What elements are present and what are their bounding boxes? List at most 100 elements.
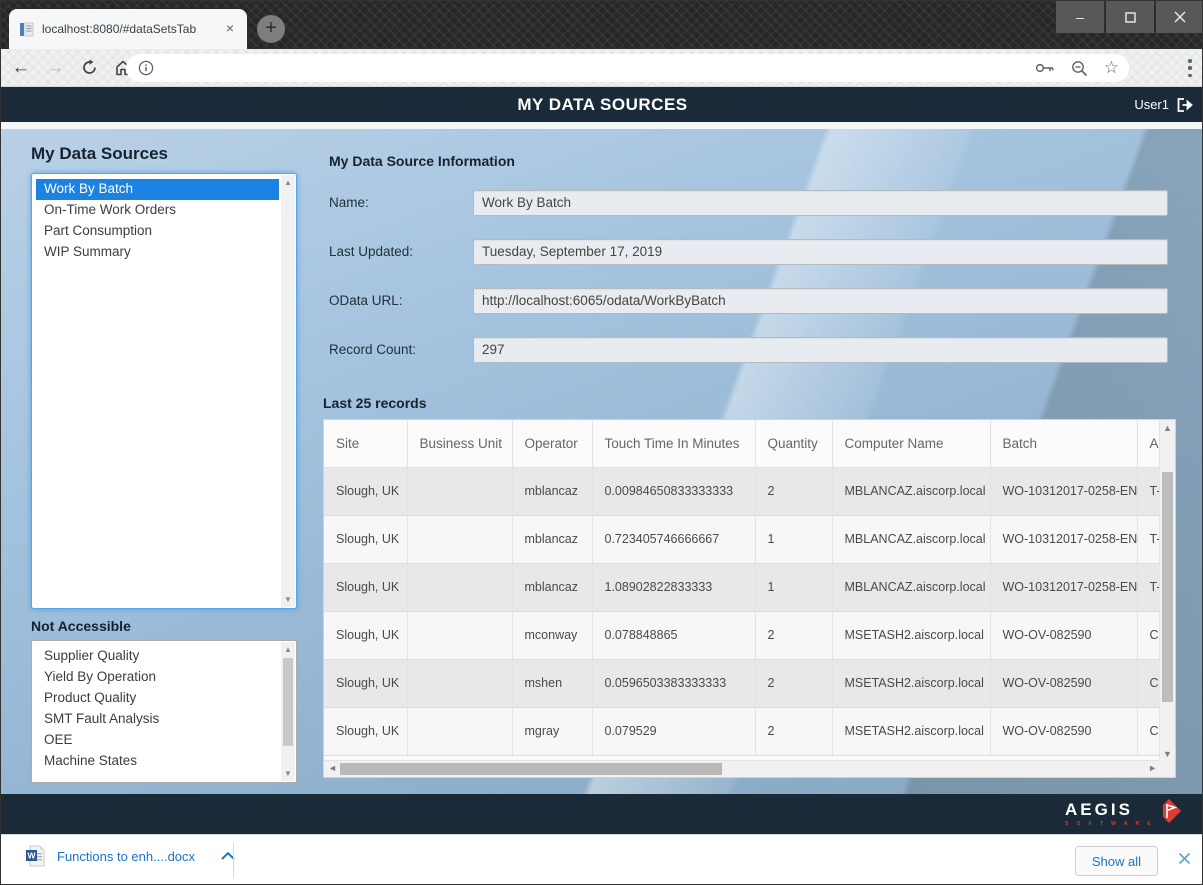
form-row: Last Updated: Tuesday, September 17, 2019: [329, 233, 1169, 282]
list-item[interactable]: Supplier Quality: [36, 646, 279, 667]
table-row[interactable]: Slough, UKmgray0.0795292MSETASH2.aiscorp…: [324, 707, 1161, 755]
download-item[interactable]: W Functions to enh....docx: [25, 845, 235, 867]
field-input[interactable]: Tuesday, September 17, 2019: [473, 239, 1168, 265]
list-item[interactable]: Part Consumption: [36, 221, 279, 242]
app-footer: AEGIS S O F T W A R E: [1, 794, 1203, 834]
scroll-right-icon[interactable]: ►: [1148, 763, 1157, 773]
minimize-button[interactable]: –: [1056, 1, 1104, 33]
not-accessible-scrollbar[interactable]: ▲ ▼: [281, 642, 295, 781]
table-cell: [407, 659, 512, 707]
list-item[interactable]: Machine States: [36, 751, 279, 772]
list-item[interactable]: WIP Summary: [36, 242, 279, 263]
table-vertical-scrollbar[interactable]: ▲ ▼: [1159, 420, 1175, 762]
tab-close-icon[interactable]: ×: [221, 20, 239, 38]
sources-heading: My Data Sources: [31, 144, 168, 164]
page-info-icon[interactable]: [138, 60, 154, 76]
not-accessible-heading: Not Accessible: [31, 618, 131, 634]
list-item[interactable]: Yield By Operation: [36, 667, 279, 688]
sources-scrollbar[interactable]: ▲ ▼: [281, 175, 295, 607]
column-header[interactable]: Site: [324, 420, 407, 467]
list-item[interactable]: OEE: [36, 730, 279, 751]
table-cell: MSETASH2.aiscorp.local: [832, 659, 990, 707]
table-cell: mshen: [512, 659, 592, 707]
scrollbar-thumb[interactable]: [340, 763, 722, 775]
table-cell: WO-OV-082590: [990, 611, 1137, 659]
table-row[interactable]: Slough, UKmconway0.0788488652MSETASH2.ai…: [324, 611, 1161, 659]
scroll-down-icon[interactable]: ▼: [281, 769, 295, 778]
browser-menu-icon[interactable]: [1188, 59, 1192, 77]
scroll-up-icon[interactable]: ▲: [281, 645, 295, 654]
table-cell: T-: [1137, 563, 1161, 611]
field-label: Name:: [329, 195, 369, 210]
favicon-icon: [19, 22, 34, 37]
table-row[interactable]: Slough, UKmblancaz0.009846508333333332MB…: [324, 467, 1161, 515]
scroll-left-icon[interactable]: ◄: [328, 763, 337, 773]
column-header[interactable]: Touch Time In Minutes: [592, 420, 755, 467]
table-cell: mgray: [512, 707, 592, 755]
column-header[interactable]: A: [1137, 420, 1161, 467]
list-item[interactable]: SMT Fault Analysis: [36, 709, 279, 730]
table-cell: mblancaz: [512, 563, 592, 611]
column-header[interactable]: Computer Name: [832, 420, 990, 467]
aegis-logo: AEGIS S O F T W A R E: [1065, 800, 1182, 827]
show-all-button[interactable]: Show all: [1075, 846, 1158, 876]
table-row[interactable]: Slough, UKmblancaz0.7234057466666671MBLA…: [324, 515, 1161, 563]
maximize-icon: [1125, 12, 1136, 23]
table-row[interactable]: Slough, UKmblancaz1.089028228333331MBLAN…: [324, 563, 1161, 611]
sources-listbox[interactable]: Work By BatchOn-Time Work OrdersPart Con…: [31, 173, 297, 609]
scroll-up-icon[interactable]: ▲: [281, 178, 295, 187]
downloads-close-icon[interactable]: [1178, 852, 1191, 869]
not-accessible-listbox[interactable]: Supplier QualityYield By OperationProduc…: [31, 640, 297, 783]
table-cell: C: [1137, 659, 1161, 707]
table-cell: mblancaz: [512, 467, 592, 515]
field-input[interactable]: Work By Batch: [473, 190, 1168, 216]
new-tab-button[interactable]: +: [257, 15, 285, 43]
scroll-down-icon[interactable]: ▼: [1160, 749, 1175, 759]
table-cell: MSETASH2.aiscorp.local: [832, 707, 990, 755]
list-item[interactable]: Work By Batch: [36, 179, 279, 200]
scroll-down-icon[interactable]: ▼: [281, 595, 295, 604]
field-input[interactable]: 297: [473, 337, 1168, 363]
table-cell: 2: [755, 659, 832, 707]
table-cell: 0.079529: [592, 707, 755, 755]
table-cell: 0.723405746666667: [592, 515, 755, 563]
list-item[interactable]: On-Time Work Orders: [36, 200, 279, 221]
browser-tab[interactable]: localhost:8080/#dataSetsTab ×: [9, 9, 247, 49]
field-label: Last Updated:: [329, 244, 413, 259]
table-cell: WO-10312017-0258-EN: [990, 563, 1137, 611]
field-input[interactable]: http://localhost:6065/odata/WorkByBatch: [473, 288, 1168, 314]
table-cell: T-: [1137, 467, 1161, 515]
page-title: MY DATA SOURCES: [1, 95, 1203, 115]
table-cell: WO-OV-082590: [990, 707, 1137, 755]
maximize-button[interactable]: [1106, 1, 1154, 33]
table-cell: MBLANCAZ.aiscorp.local: [832, 563, 990, 611]
brand-subtitle: S O F T W A R E: [1065, 821, 1154, 827]
close-window-button[interactable]: [1156, 1, 1203, 33]
table-row[interactable]: Slough, UKmshen0.05965033833333332MSETAS…: [324, 659, 1161, 707]
download-filename[interactable]: Functions to enh....docx: [57, 849, 195, 864]
table-cell: mblancaz: [512, 515, 592, 563]
table-horizontal-scrollbar[interactable]: ◄ ►: [324, 760, 1161, 777]
bookmark-star-icon[interactable]: ☆: [1104, 58, 1119, 78]
address-bar[interactable]: ☆: [126, 54, 1129, 82]
back-button[interactable]: ←: [7, 54, 35, 82]
zoom-out-icon[interactable]: [1071, 60, 1088, 77]
logout-icon[interactable]: [1176, 97, 1194, 113]
scroll-up-icon[interactable]: ▲: [1160, 423, 1175, 433]
column-header[interactable]: Business Unit: [407, 420, 512, 467]
column-header[interactable]: Quantity: [755, 420, 832, 467]
info-heading: My Data Source Information: [329, 153, 515, 169]
word-doc-icon: W: [25, 845, 45, 867]
table-cell: Slough, UK: [324, 563, 407, 611]
scrollbar-thumb[interactable]: [1162, 472, 1173, 702]
table-cell: WO-10312017-0258-EN: [990, 467, 1137, 515]
list-item[interactable]: Product Quality: [36, 688, 279, 709]
column-header[interactable]: Batch: [990, 420, 1137, 467]
username-label: User1: [1134, 97, 1169, 112]
browser-titlebar: localhost:8080/#dataSetsTab × + –: [1, 1, 1203, 49]
forward-button[interactable]: →: [41, 54, 69, 82]
scrollbar-thumb[interactable]: [283, 658, 293, 746]
refresh-button[interactable]: [75, 54, 103, 82]
password-key-icon[interactable]: [1035, 62, 1055, 74]
column-header[interactable]: Operator: [512, 420, 592, 467]
